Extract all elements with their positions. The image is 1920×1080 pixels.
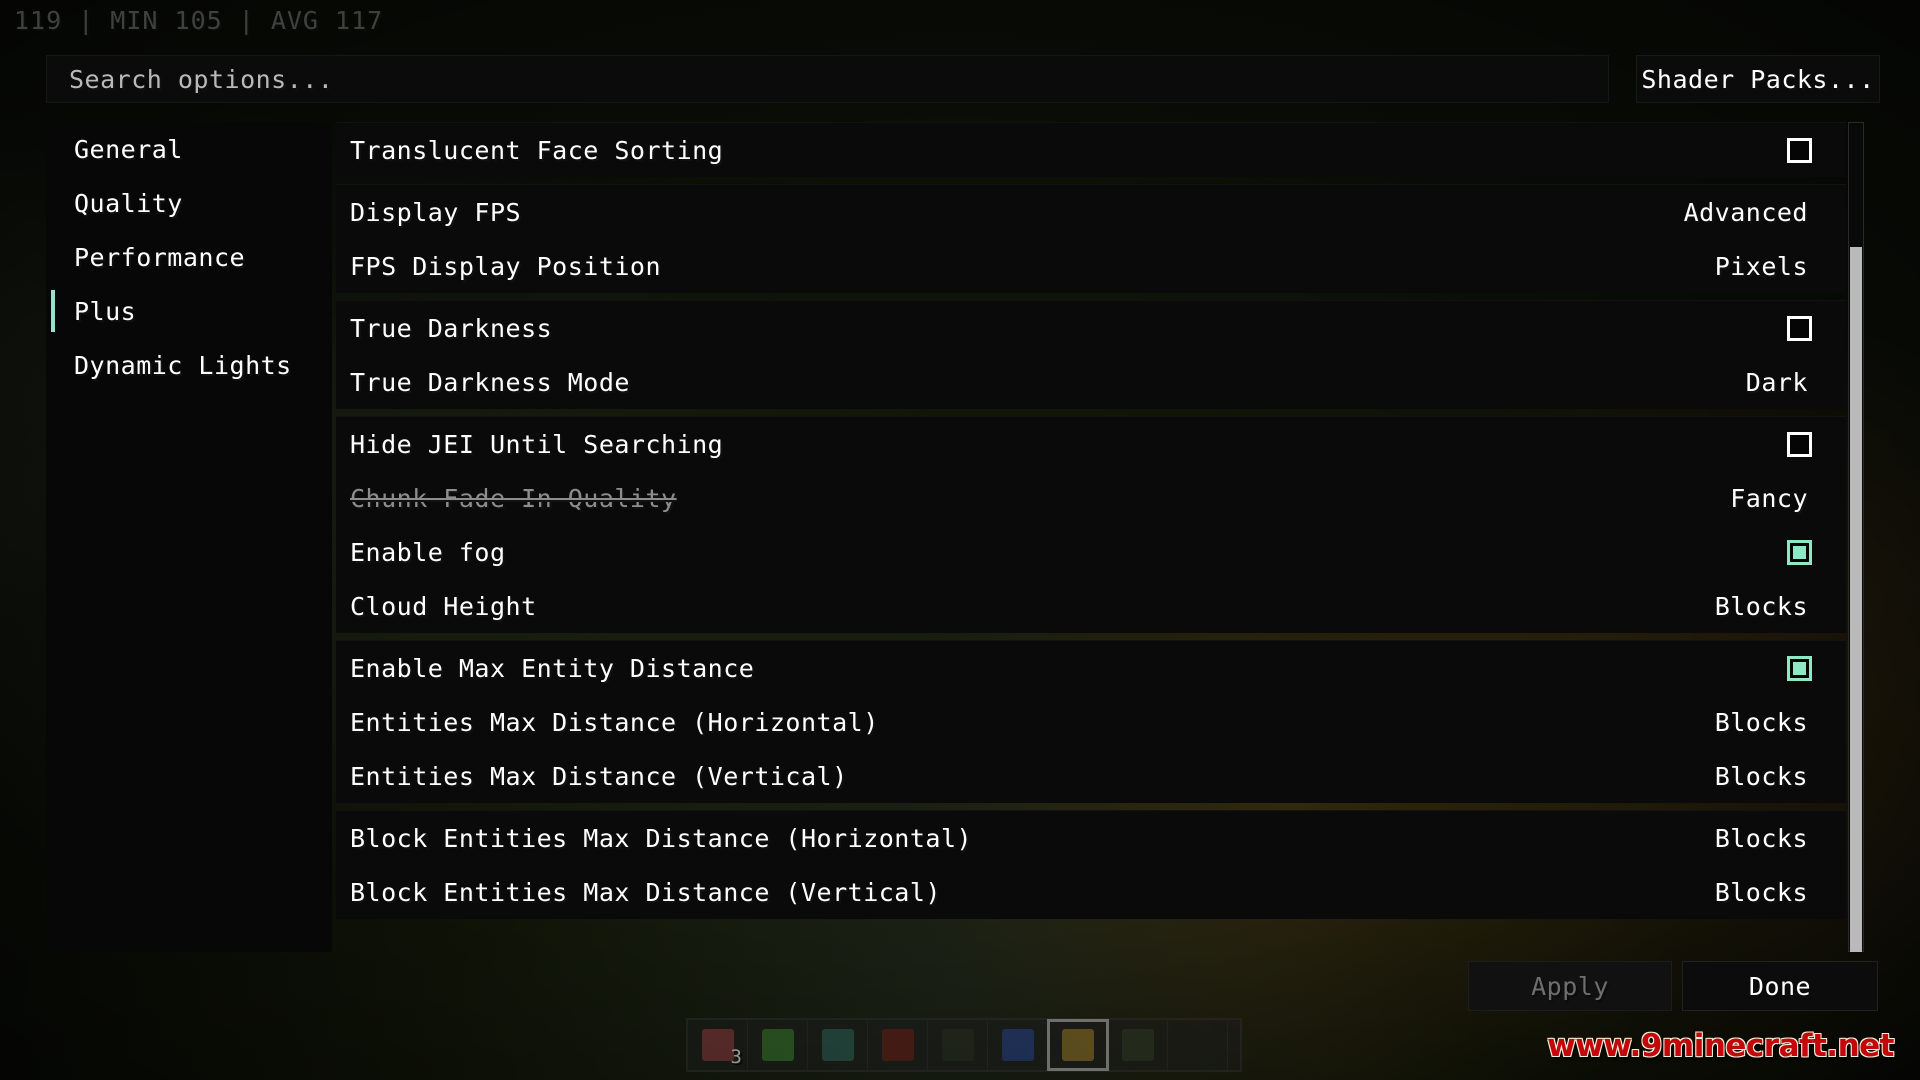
option-value: Advanced <box>1683 197 1808 227</box>
option-label: True Darkness <box>350 313 553 343</box>
option-value: Blocks <box>1714 591 1808 621</box>
hotbar-slot[interactable] <box>748 1020 808 1070</box>
option-row[interactable]: Translucent Face Sorting <box>336 123 1846 177</box>
hotbar-slot[interactable] <box>1108 1020 1168 1070</box>
sidebar-item-performance[interactable]: Performance <box>46 230 332 284</box>
sidebar-item-plus[interactable]: Plus <box>46 284 332 338</box>
option-row[interactable]: Enable Max Entity Distance <box>336 641 1846 695</box>
option-label: FPS Display Position <box>350 251 662 281</box>
sidebar-item-label: Performance <box>74 242 246 272</box>
category-sidebar: General Quality Performance Plus Dynamic Lig… <box>46 122 332 952</box>
raw-beef-icon <box>701 1029 734 1061</box>
option-row[interactable]: Hide JEI Until Searching <box>336 417 1846 471</box>
prismarine-block-icon <box>821 1029 854 1061</box>
option-row[interactable]: FPS Display Position Pixels <box>336 239 1846 293</box>
option-label: Display FPS <box>350 197 522 227</box>
option-value: Dark <box>1745 367 1808 397</box>
hotbar-slot[interactable] <box>1047 1019 1109 1071</box>
option-label: True Darkness Mode <box>350 367 630 397</box>
option-row[interactable]: Enable fog <box>336 525 1846 579</box>
option-row[interactable]: Cloud Height Blocks <box>336 579 1846 633</box>
sidebar-item-general[interactable]: General <box>46 122 332 176</box>
option-value: Pixels <box>1714 251 1808 281</box>
hotbar[interactable]: 3 <box>686 1018 1242 1072</box>
water-bucket-icon <box>1001 1029 1034 1061</box>
option-group: True Darkness True Darkness Mode Dark <box>336 300 1846 409</box>
apply-label: Apply <box>1531 971 1609 1001</box>
option-row[interactable]: Entities Max Distance (Vertical) Blocks <box>336 749 1846 803</box>
hotbar-slot[interactable] <box>928 1020 988 1070</box>
sidebar-item-dynamic-lights[interactable]: Dynamic Lights <box>46 338 332 392</box>
option-checkbox[interactable] <box>1787 137 1812 163</box>
shader-packs-button[interactable]: Shader Packs... <box>1636 55 1880 103</box>
option-label: Entities Max Distance (Vertical) <box>350 761 848 791</box>
shader-packs-label: Shader Packs... <box>1641 64 1875 94</box>
sidebar-item-label: General <box>74 134 183 164</box>
option-group: Translucent Face Sorting <box>336 122 1846 177</box>
option-row[interactable]: Block Entities Max Distance (Vertical) Bl… <box>336 865 1846 919</box>
scrollbar-thumb[interactable] <box>1850 247 1862 952</box>
option-row[interactable]: Display FPS Advanced <box>336 185 1846 239</box>
option-value: Blocks <box>1714 823 1808 853</box>
option-row[interactable]: Block Entities Max Distance (Horizontal)… <box>336 811 1846 865</box>
option-label: Hide JEI Until Searching <box>350 429 724 459</box>
sidebar-item-label: Quality <box>74 188 183 218</box>
apply-button[interactable]: Apply <box>1468 961 1672 1011</box>
option-checkbox[interactable] <box>1787 315 1812 341</box>
option-row[interactable]: Entities Max Distance (Horizontal) Blocks <box>336 695 1846 749</box>
search-input[interactable]: Search options... <box>46 55 1609 103</box>
option-label: Enable Max Entity Distance <box>350 653 755 683</box>
option-group: Block Entities Max Distance (Horizontal)… <box>336 810 1846 919</box>
option-value: Fancy <box>1730 483 1808 513</box>
option-label: Entities Max Distance (Horizontal) <box>350 707 879 737</box>
option-row[interactable]: True Darkness <box>336 301 1846 355</box>
done-label: Done <box>1748 971 1812 1001</box>
option-checkbox[interactable] <box>1787 431 1812 457</box>
option-label: Translucent Face Sorting <box>350 135 724 165</box>
options-pane[interactable]: Translucent Face Sorting Display FPS Advan… <box>336 122 1846 952</box>
torch-icon <box>1061 1029 1094 1061</box>
selected-indicator <box>51 290 55 332</box>
option-label: Chunk Fade In Quality <box>350 483 677 513</box>
site-watermark: www.9minecraft.net <box>1547 1028 1894 1064</box>
hotbar-slot[interactable] <box>1168 1020 1228 1070</box>
option-group: Hide JEI Until Searching Chunk Fade In Qu… <box>336 416 1846 633</box>
option-row[interactable]: True Darkness Mode Dark <box>336 355 1846 409</box>
nether-wart-block-icon <box>881 1029 914 1061</box>
option-checkbox[interactable] <box>1787 655 1812 681</box>
hotbar-slot[interactable] <box>808 1020 868 1070</box>
green-block-icon <box>1121 1029 1154 1061</box>
sidebar-item-label: Plus <box>74 296 137 326</box>
fps-counter: 119 | MIN 105 | AVG 117 <box>14 6 384 35</box>
top-bar: Search options... Shader Packs... <box>46 55 1880 103</box>
hotbar-slot[interactable] <box>988 1020 1048 1070</box>
dark-block-icon <box>941 1029 974 1061</box>
sidebar-item-label: Dynamic Lights <box>74 350 292 380</box>
option-value: Blocks <box>1714 877 1808 907</box>
option-row: Chunk Fade In Quality Fancy <box>336 471 1846 525</box>
sidebar-item-quality[interactable]: Quality <box>46 176 332 230</box>
option-checkbox[interactable] <box>1787 539 1812 565</box>
kelp-icon <box>761 1029 794 1061</box>
option-label: Block Entities Max Distance (Horizontal) <box>350 823 973 853</box>
option-label: Enable fog <box>350 537 506 567</box>
option-group: Enable Max Entity Distance Entities Max D… <box>336 640 1846 803</box>
search-placeholder: Search options... <box>69 64 334 94</box>
option-label: Cloud Height <box>350 591 537 621</box>
option-label: Block Entities Max Distance (Vertical) <box>350 877 941 907</box>
option-value: Blocks <box>1714 761 1808 791</box>
hotbar-slot[interactable] <box>868 1020 928 1070</box>
option-group: Display FPS Advanced FPS Display Position P… <box>336 184 1846 293</box>
option-value: Blocks <box>1714 707 1808 737</box>
item-count: 3 <box>730 1046 742 1068</box>
hotbar-slot[interactable]: 3 <box>688 1020 748 1070</box>
done-button[interactable]: Done <box>1682 961 1878 1011</box>
